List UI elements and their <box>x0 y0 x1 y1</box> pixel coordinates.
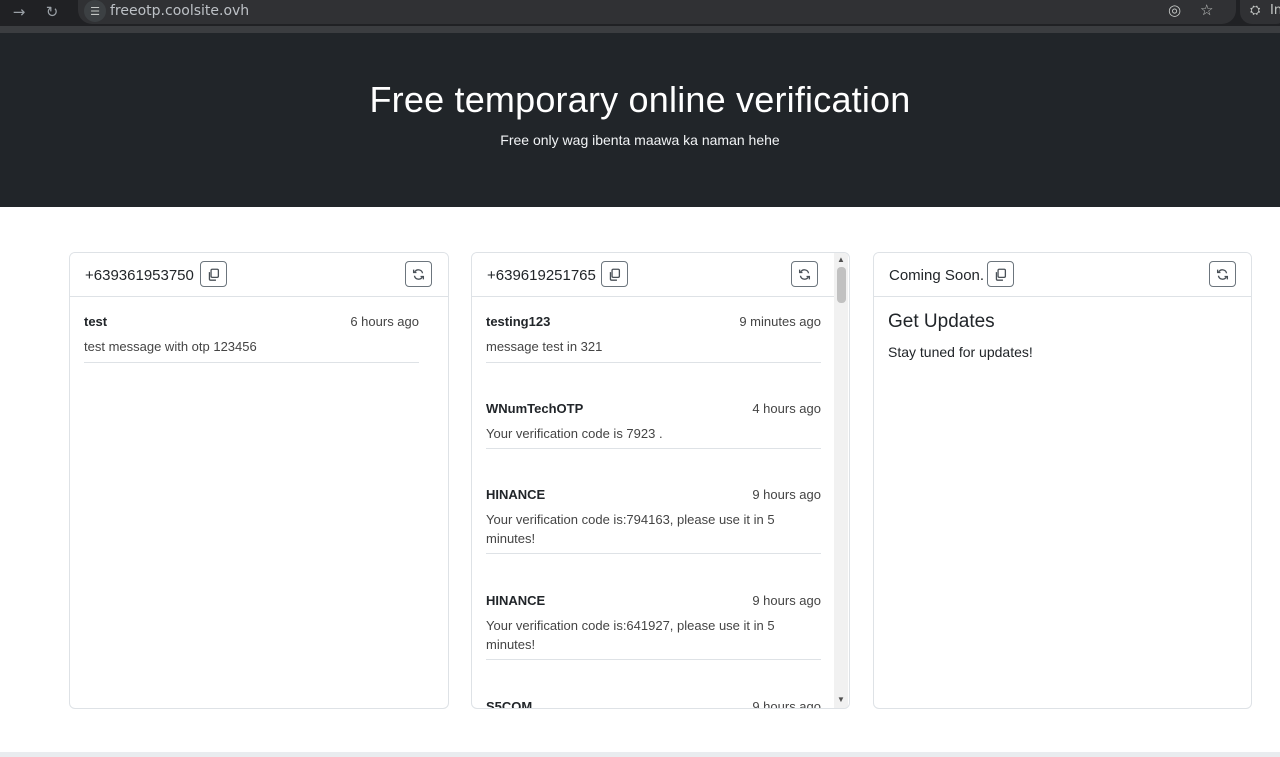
scroll-down-icon[interactable]: ▼ <box>837 696 845 704</box>
message-item: HINANCE 9 hours ago Your verification co… <box>486 593 821 660</box>
message-time: 6 hours ago <box>350 314 419 329</box>
copy-icon <box>609 268 621 281</box>
incognito-icon: ⛭ <box>1250 3 1261 18</box>
profile-button[interactable]: ⛭ In <box>1240 0 1280 24</box>
messages-list: testing123 9 minutes ago message test in… <box>472 297 835 708</box>
phone-card-2: +639619251765 testing123 9 minutes ago m… <box>471 252 850 709</box>
message-item: S5COM 9 hours ago <box>486 699 821 708</box>
url-text: freeotp.coolsite.ovh <box>110 3 250 19</box>
browser-toolbar: → ↻ ☰ freeotp.coolsite.ovh ◎ ☆ ⛭ In <box>0 0 1280 26</box>
message-text: Your verification code is:794163, please… <box>486 512 775 546</box>
phone-card-1: +639361953750 test 6 hours ago test mess… <box>69 252 449 709</box>
site-settings-icon[interactable]: ☰ <box>84 0 106 22</box>
message-time: 9 hours ago <box>752 699 821 708</box>
card-header-title: Coming Soon. <box>889 267 985 284</box>
updates-text: Stay tuned for updates! <box>888 344 1033 360</box>
message-text: Your verification code is:641927, please… <box>486 618 775 652</box>
message-time: 9 hours ago <box>752 593 821 608</box>
refresh-button[interactable] <box>405 261 432 287</box>
copy-button[interactable] <box>987 261 1014 287</box>
phone-number: +639619251765 <box>487 267 596 284</box>
copy-icon <box>995 268 1007 281</box>
page-title: Free temporary online verification <box>369 79 911 120</box>
forward-icon[interactable]: → <box>6 0 32 24</box>
footer-divider <box>0 752 1280 757</box>
eye-off-icon[interactable]: ◎ <box>1168 1 1181 19</box>
scrollbar[interactable]: ▲ ▼ <box>834 253 848 708</box>
message-item: WNumTechOTP 4 hours ago Your verificatio… <box>486 401 821 449</box>
page-subtitle: Free only wag ibenta maawa ka naman hehe <box>500 132 780 148</box>
profile-label: In <box>1270 3 1280 18</box>
message-time: 4 hours ago <box>752 401 821 416</box>
message-sender: testing123 <box>486 314 551 329</box>
message-text: test message with otp 123456 <box>84 339 257 354</box>
message-item: test 6 hours ago test message with otp 1… <box>84 314 419 363</box>
coming-soon-card: Coming Soon. Get Updates Stay tuned for … <box>873 252 1252 709</box>
refresh-button[interactable] <box>791 261 818 287</box>
message-sender: HINANCE <box>486 593 546 608</box>
reload-icon[interactable]: ↻ <box>39 0 65 24</box>
refresh-icon <box>798 268 811 280</box>
message-text: Your verification code is 7923 . <box>486 426 663 441</box>
refresh-button[interactable] <box>1209 261 1236 287</box>
message-time: 9 minutes ago <box>739 314 821 329</box>
copy-button[interactable] <box>601 261 628 287</box>
refresh-icon <box>412 268 425 280</box>
message-item: HINANCE 9 hours ago Your verification co… <box>486 487 821 554</box>
refresh-icon <box>1216 268 1229 280</box>
message-sender: test <box>84 314 108 329</box>
bookmark-star-icon[interactable]: ☆ <box>1200 1 1213 19</box>
scroll-thumb[interactable] <box>837 267 846 303</box>
message-item: testing123 9 minutes ago message test in… <box>486 314 821 363</box>
phone-number: +639361953750 <box>85 267 194 284</box>
card-header: Coming Soon. <box>874 253 1251 297</box>
updates-title: Get Updates <box>888 311 995 332</box>
messages-list: test 6 hours ago test message with otp 1… <box>70 297 448 708</box>
copy-icon <box>208 268 220 281</box>
message-sender: WNumTechOTP <box>486 401 584 416</box>
message-time: 9 hours ago <box>752 487 821 502</box>
message-text: message test in 321 <box>486 339 603 354</box>
card-header: +639619251765 <box>472 253 835 297</box>
message-sender: HINANCE <box>486 487 546 502</box>
message-sender: S5COM <box>486 699 533 708</box>
scroll-up-icon[interactable]: ▲ <box>837 256 845 264</box>
address-bar[interactable]: ☰ freeotp.coolsite.ovh ◎ ☆ <box>78 0 1236 24</box>
copy-button[interactable] <box>200 261 227 287</box>
updates-body: Get Updates Stay tuned for updates! <box>874 297 1251 708</box>
toolbar-divider <box>0 26 1280 33</box>
hero-banner: Free temporary online verification Free … <box>0 33 1280 207</box>
card-header: +639361953750 <box>70 253 448 297</box>
